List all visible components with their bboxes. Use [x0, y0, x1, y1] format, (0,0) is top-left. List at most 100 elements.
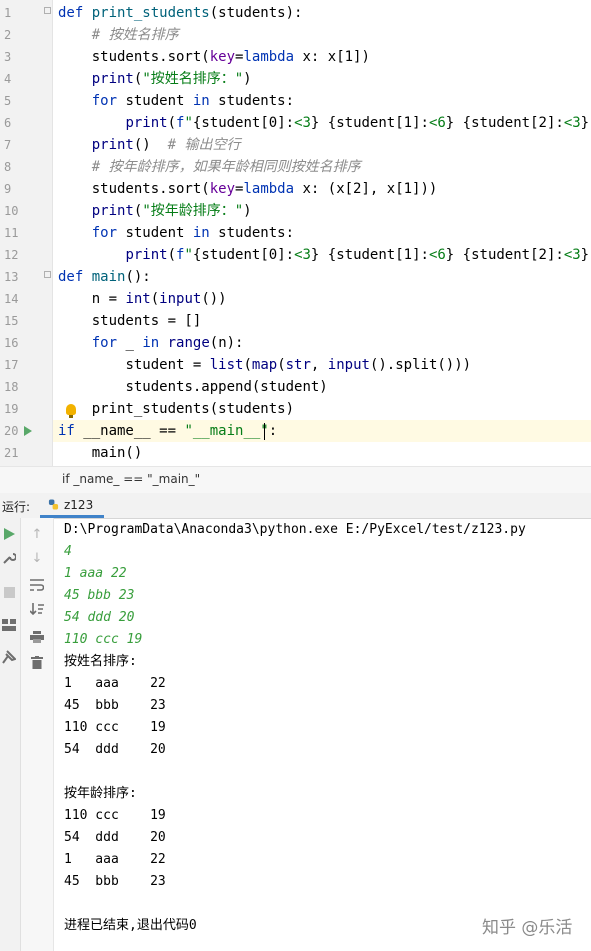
code-line[interactable]: # 按姓名排序: [58, 24, 179, 46]
code-token: {student[1]:: [327, 247, 429, 263]
code-line[interactable]: n = int(input()): [58, 288, 227, 310]
line-number: 19: [4, 402, 19, 416]
run-gutter-icon[interactable]: [24, 426, 32, 436]
line-number: 12: [4, 248, 19, 262]
code-token: <3: [563, 247, 581, 263]
console-output-line: 45 bbb 23: [64, 874, 166, 889]
up-arrow-icon[interactable]: ↑: [28, 528, 46, 542]
code-token: main(): [91, 445, 143, 461]
run-tab-z123[interactable]: z123: [40, 493, 104, 518]
line-number: 21: [4, 446, 19, 460]
code-token: ()): [201, 291, 227, 307]
code-token: in: [192, 93, 210, 109]
pin-icon[interactable]: [2, 650, 16, 664]
code-token: student =: [125, 357, 210, 373]
code-line[interactable]: # 按年龄排序，如果年龄相同则按姓名排序: [58, 156, 361, 178]
down-arrow-icon[interactable]: ↓: [28, 552, 46, 566]
sort-icon[interactable]: [30, 603, 44, 615]
trash-icon[interactable]: [31, 656, 43, 669]
code-line[interactable]: for student in students:: [58, 222, 294, 244]
line-number: 11: [4, 226, 19, 240]
code-token: (: [243, 357, 252, 373]
code-token: input: [327, 357, 370, 373]
line-number: 3: [4, 50, 12, 64]
console-output-line: 按年龄排序:: [64, 786, 137, 801]
code-token: for: [91, 225, 118, 241]
code-token: }: [580, 115, 590, 131]
code-line[interactable]: for _ in range(n):: [58, 332, 244, 354]
code-line[interactable]: students.sort(key=lambda x: x[1]): [58, 46, 370, 68]
code-token: (: [150, 291, 160, 307]
console-output-line: 110 ccc 19: [64, 720, 166, 735]
print-icon[interactable]: [30, 631, 44, 643]
line-number: 7: [4, 138, 12, 152]
run-toolbar-inner: ↑ ↓: [21, 518, 54, 951]
code-token: __name__ ==: [74, 423, 185, 439]
fold-marker-icon[interactable]: [44, 7, 51, 14]
code-editor[interactable]: 1 2 3 4 5 6 7 8 9 10 11 12 13 14 15 16 17 18 19 20 21 def pr…: [0, 0, 591, 466]
code-token: (n):: [209, 335, 244, 351]
breadcrumb-item[interactable]: if _name_ == "_main_": [62, 472, 200, 486]
run-tool-window-header: 运行: z123: [0, 493, 591, 519]
run-tab-label: z123: [64, 498, 94, 512]
console-output-line: 1 aaa 22: [64, 676, 166, 691]
console-input-line: 54 ddd 20: [64, 610, 135, 625]
line-number: 16: [4, 336, 19, 350]
code-line[interactable]: print("按年龄排序："): [58, 200, 252, 222]
console-output-line: 1 aaa 22: [64, 852, 166, 867]
lightbulb-icon[interactable]: [66, 404, 76, 418]
code-token: ().split())): [369, 357, 472, 373]
code-line[interactable]: print(f"{student[0]:<3} {student[1]:<6} …: [58, 244, 591, 266]
code-token: in: [192, 225, 210, 241]
code-token: (: [277, 357, 286, 373]
code-token: student: [117, 225, 193, 241]
code-line[interactable]: student = list(map(str, input().split())…: [58, 354, 471, 376]
code-line[interactable]: def print_students(students):: [58, 2, 302, 24]
code-token: ,: [310, 357, 328, 373]
stop-icon[interactable]: [4, 587, 15, 598]
code-line[interactable]: print(f"{student[0]:<3} {student[1]:<6} …: [58, 112, 591, 134]
code-token: print: [125, 247, 168, 263]
code-token: (): [133, 137, 168, 153]
code-token: <3: [294, 115, 311, 131]
code-line[interactable]: main(): [58, 442, 143, 464]
console-output-line: 按姓名排序:: [64, 654, 137, 669]
code-token: # 按姓名排序: [91, 27, 179, 43]
code-line[interactable]: if __name__ == "__main__":: [58, 420, 277, 442]
breadcrumb[interactable]: if _name_ == "_main_": [0, 466, 591, 494]
code-line[interactable]: print() # 输出空行: [58, 134, 241, 156]
run-icon[interactable]: [4, 528, 15, 540]
code-line[interactable]: for student in students:: [58, 90, 294, 112]
code-token: print_students: [91, 5, 210, 21]
code-token: main: [91, 269, 126, 285]
fold-marker-icon[interactable]: [44, 271, 51, 278]
console-output-line: 54 ddd 20: [64, 742, 166, 757]
code-token: range: [167, 335, 210, 351]
code-token: students.sort(: [91, 49, 210, 65]
console-output-line: 进程已结束,退出代码0: [64, 918, 197, 933]
code-token: print: [91, 137, 134, 153]
layout-icon[interactable]: [2, 619, 16, 631]
line-number: 1: [4, 6, 12, 20]
code-token: list: [209, 357, 244, 373]
line-number: 18: [4, 380, 19, 394]
code-token: ): [243, 203, 252, 219]
code-token: ): [243, 71, 252, 87]
code-line[interactable]: students.append(student): [58, 376, 327, 398]
code-line[interactable]: print_students(students): [58, 398, 294, 420]
code-line[interactable]: students = []: [58, 310, 202, 332]
code-token: :: [268, 423, 278, 439]
code-token: {student[1]:: [327, 115, 429, 131]
run-label: 运行:: [2, 500, 31, 514]
soft-wrap-icon[interactable]: [30, 579, 44, 591]
code-token: "__main__": [184, 423, 269, 439]
code-line[interactable]: print("按姓名排序："): [58, 68, 252, 90]
wrench-icon[interactable]: [2, 551, 16, 565]
code-line[interactable]: students.sort(key=lambda x: (x[2], x[1])…: [58, 178, 438, 200]
code-token: <3: [563, 115, 581, 131]
code-line[interactable]: def main():: [58, 266, 151, 288]
code-token: {student[2]:: [462, 115, 564, 131]
console-output-line: D:\ProgramData\Anaconda3\python.exe E:/P…: [64, 522, 526, 537]
code-token: "按年龄排序：": [142, 203, 244, 219]
